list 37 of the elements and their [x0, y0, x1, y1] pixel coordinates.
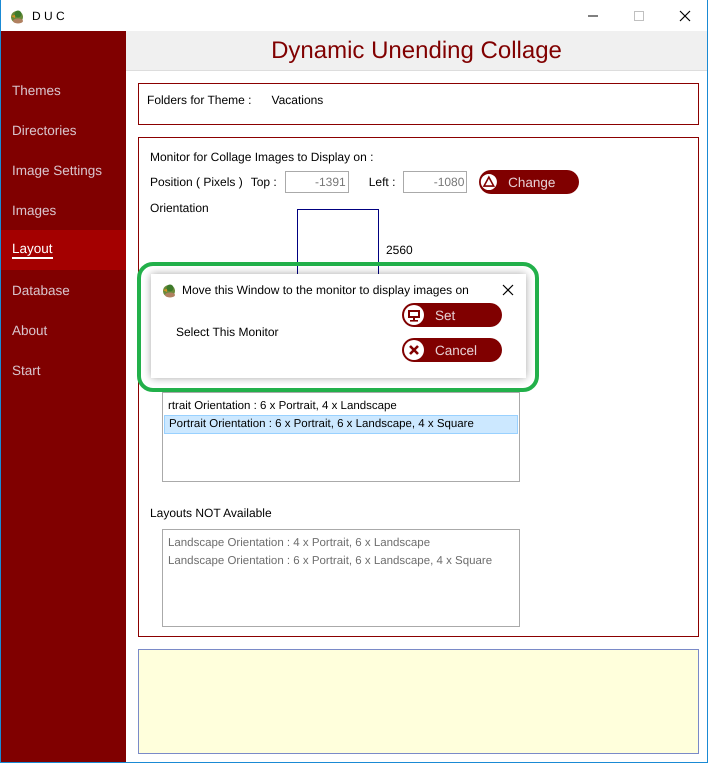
window-title: D U C	[32, 8, 65, 22]
list-item[interactable]: Portrait Orientation : 6 x Portrait, 6 x Landscape, 4 x Square	[164, 415, 518, 434]
field-label: Left :	[368, 175, 396, 189]
set-button[interactable]: Set	[402, 303, 502, 327]
warning-icon	[480, 171, 498, 193]
list-item[interactable]: rtrait Orientation : 6 x Portrait, 4 x Landscape	[164, 397, 518, 415]
change-button[interactable]: Change	[479, 170, 580, 194]
nav-item[interactable]: Themes	[1, 70, 126, 110]
nav-item[interactable]: Images	[1, 190, 126, 230]
theme-name: Vacations	[271, 93, 324, 109]
app-title: Dynamic Unending Collage	[271, 36, 562, 64]
field-label: Position ( Pixels )	[150, 175, 243, 189]
top-field[interactable]: -1391	[284, 171, 349, 193]
close-icon[interactable]	[679, 10, 691, 22]
list-item: Landscape Orientation : 4 x Portrait, 6 x Landscape	[167, 536, 432, 551]
close-icon[interactable]	[502, 284, 514, 296]
nav-item[interactable]: Layout	[1, 230, 126, 270]
monitor-icon	[403, 304, 425, 326]
section-heading: Monitor for Collage Images to Display on :	[150, 150, 374, 164]
app-logo-icon	[161, 282, 177, 298]
field-label: Folders for Theme :	[147, 93, 252, 109]
nav-item[interactable]: Start	[1, 350, 126, 390]
monitor-width: 2560	[386, 243, 413, 257]
app-logo-icon	[9, 8, 25, 24]
list-item: Landscape Orientation : 6 x Portrait, 6 x Landscape, 4 x Square	[167, 554, 494, 569]
dialog-message: Select This Monitor	[176, 325, 278, 339]
field-label: Top :	[250, 175, 277, 189]
nav-item[interactable]: Directories	[1, 110, 126, 150]
nav-item[interactable]: Image Settings	[1, 150, 126, 190]
close-icon	[403, 339, 425, 361]
nav-item[interactable]: Database	[1, 270, 126, 310]
field-label: Orientation	[150, 201, 210, 215]
left-field[interactable]: -1080	[403, 171, 468, 193]
cancel-button[interactable]: Cancel	[402, 338, 502, 362]
section-heading: Layouts NOT Available	[150, 506, 273, 520]
dialog-title: Move this Window to the monitor to display images on	[182, 283, 469, 297]
nav-item[interactable]: About	[1, 310, 126, 350]
